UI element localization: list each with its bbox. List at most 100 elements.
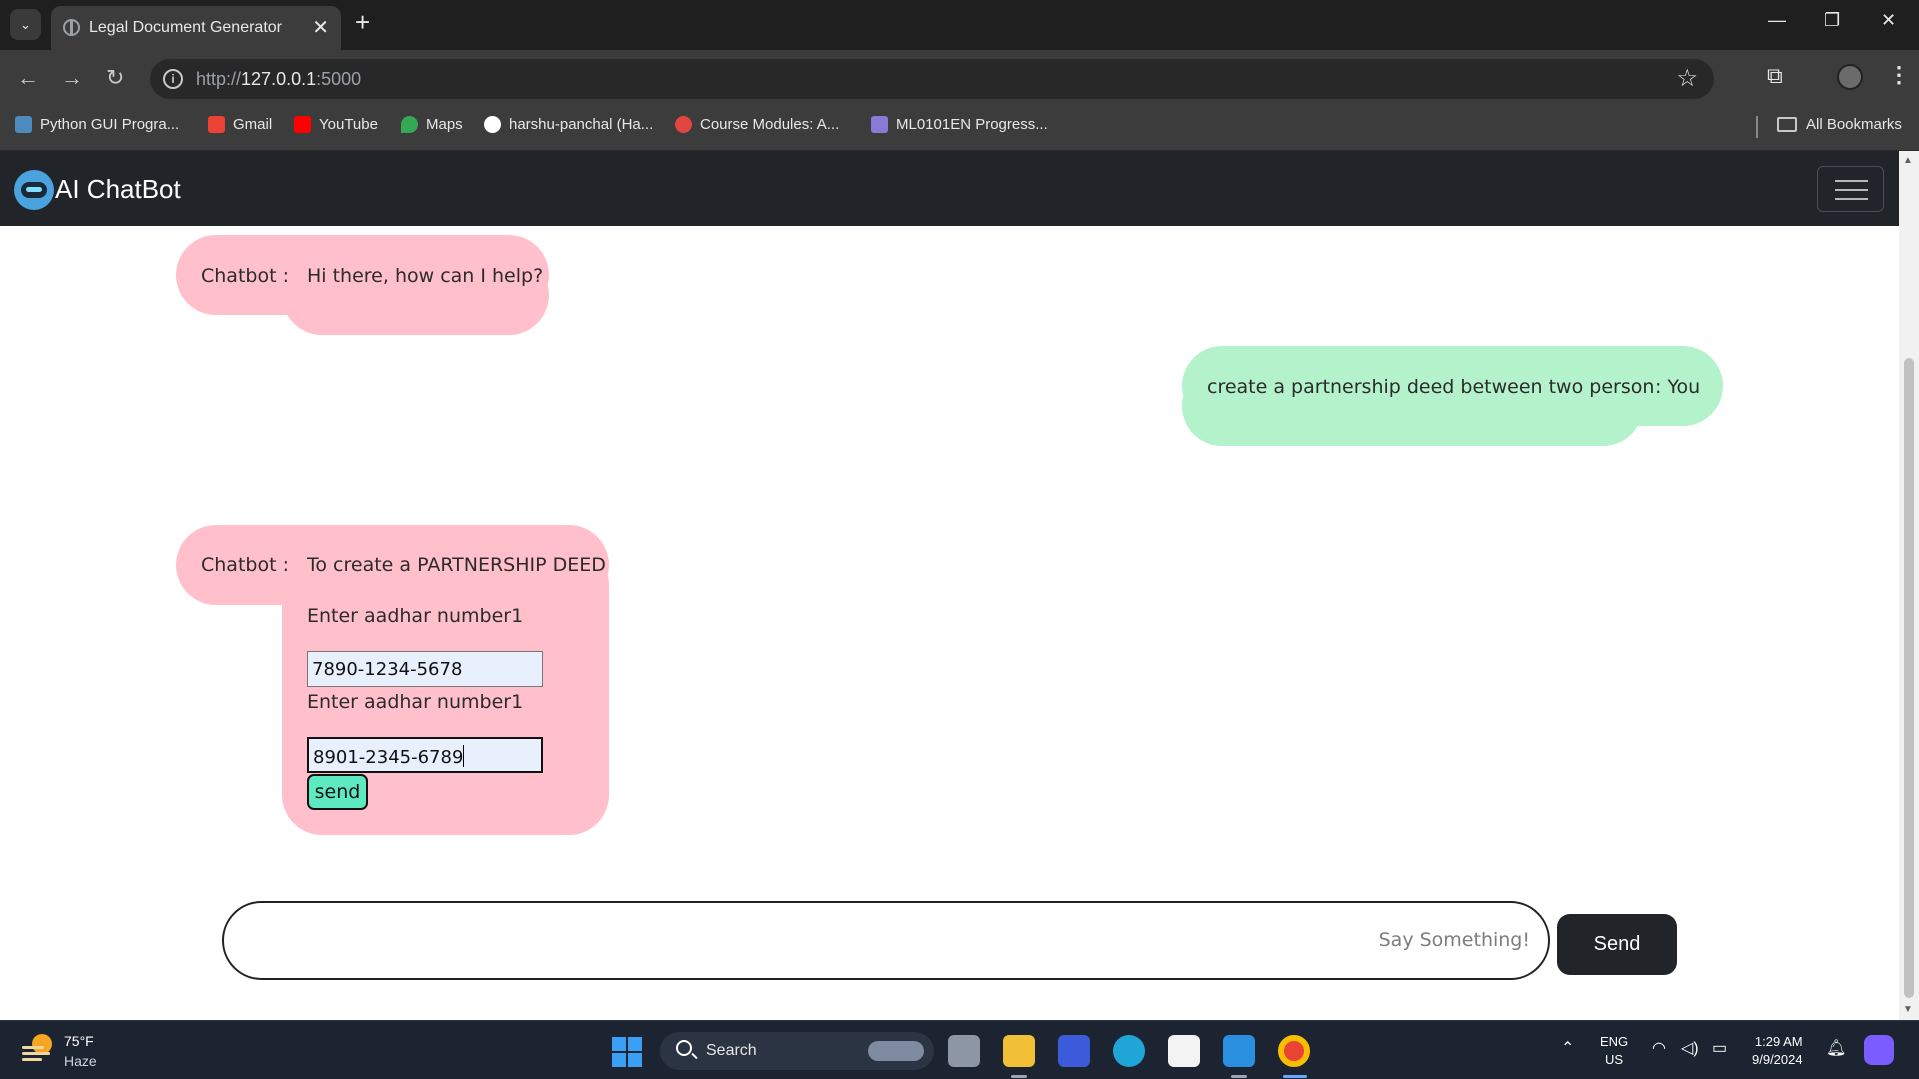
taskbar-search[interactable]: Search xyxy=(660,1032,934,1070)
bot-message-bubble: Chatbot : Hi there, how can I help? xyxy=(176,235,549,335)
volume-icon[interactable]: ◁) xyxy=(1681,1038,1699,1058)
scroll-up-icon[interactable]: ▲ xyxy=(1903,155,1913,166)
url-port: :5000 xyxy=(316,69,362,89)
app-running-indicator xyxy=(1011,1075,1027,1078)
aadhar-label-1: Enter aadhar number1 xyxy=(307,605,524,627)
aadhar-input-2[interactable]: 8901-2345-6789 xyxy=(307,737,543,773)
message-sender: Chatbot : xyxy=(201,265,289,287)
bookmark-python-gui[interactable]: Python GUI Progra... xyxy=(15,116,179,133)
weather-description: Haze xyxy=(64,1053,97,1069)
message-text: To create a PARTNERSHIP DEED xyxy=(307,554,606,576)
bookmark-youtube[interactable]: YouTube xyxy=(294,116,378,133)
close-tab-icon[interactable]: ✕ xyxy=(312,15,329,40)
app-navbar: AI ChatBot xyxy=(0,151,1899,226)
vscode-icon[interactable] xyxy=(1223,1035,1255,1067)
all-bookmarks-label: All Bookmarks xyxy=(1806,116,1902,133)
bookmark-label: Gmail xyxy=(233,116,273,133)
extensions-icon[interactable]: ⧉ xyxy=(1767,63,1783,89)
back-icon[interactable]: ← xyxy=(17,65,39,91)
message-input[interactable]: Say Something! xyxy=(222,901,1550,980)
reload-icon[interactable]: ↻ xyxy=(106,65,124,91)
gmail-icon xyxy=(208,116,225,133)
site-info-icon[interactable]: i xyxy=(163,69,183,89)
message-sender: : You xyxy=(1655,376,1701,398)
url-host: 127.0.0.1 xyxy=(241,69,317,89)
folder-icon xyxy=(1777,117,1797,132)
bookmark-label: Course Modules: A... xyxy=(700,116,840,133)
wifi-icon[interactable]: ◠ xyxy=(1652,1038,1666,1058)
hamburger-line xyxy=(1835,180,1868,182)
os-taskbar: 75°F Haze Search ⌃ ENG US ◠ ◁) ▭ 1:29 AM… xyxy=(0,1020,1919,1079)
aadhar-input-value: 8901-2345-6789 xyxy=(313,747,464,768)
bookmark-maps[interactable]: Maps xyxy=(401,116,463,133)
tray-overflow-icon[interactable]: ⌃ xyxy=(1561,1038,1574,1058)
aadhar-input-1[interactable]: 7890-1234-5678 xyxy=(307,651,543,687)
bookmark-label: ML0101EN Progress... xyxy=(896,116,1048,133)
bookmark-star-icon[interactable]: ☆ xyxy=(1676,64,1698,93)
python-icon xyxy=(15,116,32,133)
haze-line xyxy=(22,1046,44,1049)
ml-course-icon xyxy=(871,116,888,133)
scroll-down-icon[interactable]: ▼ xyxy=(1903,1004,1913,1015)
clock[interactable]: 1:29 AM 9/9/2024 xyxy=(1752,1033,1803,1069)
bookmark-ml0101en[interactable]: ML0101EN Progress... xyxy=(871,116,1048,133)
search-highlight-icon xyxy=(868,1041,924,1061)
windows-start-icon[interactable] xyxy=(612,1037,642,1067)
bookmark-github[interactable]: harshu-panchal (Ha... xyxy=(484,116,653,133)
haze-line xyxy=(22,1052,50,1055)
navbar-toggle-button[interactable] xyxy=(1817,166,1884,212)
aadhar-label-2: Enter aadhar number1 xyxy=(307,691,524,713)
minimize-icon[interactable]: — xyxy=(1768,10,1786,31)
aadhar-send-button[interactable]: send xyxy=(307,774,368,810)
region-code: US xyxy=(1605,1052,1624,1067)
globe-icon xyxy=(63,19,80,36)
notification-bell-icon[interactable]: 🔔︎ xyxy=(1826,1038,1846,1058)
file-explorer-icon[interactable] xyxy=(1003,1035,1035,1067)
search-icon xyxy=(676,1040,692,1056)
all-bookmarks-button[interactable]: All Bookmarks xyxy=(1777,116,1902,133)
store-icon[interactable] xyxy=(1168,1035,1200,1067)
clock-date: 9/9/2024 xyxy=(1752,1052,1803,1067)
aadhar-input-value: 7890-1234-5678 xyxy=(312,659,463,680)
new-tab-icon[interactable]: + xyxy=(355,9,370,35)
haze-line xyxy=(22,1058,42,1061)
url-text: http://127.0.0.1:5000 xyxy=(196,69,361,90)
app-icon[interactable] xyxy=(1058,1035,1090,1067)
send-button[interactable]: Send xyxy=(1557,914,1677,975)
restore-icon[interactable]: ❐ xyxy=(1824,10,1840,31)
weather-haze-icon[interactable] xyxy=(22,1034,54,1064)
edge-icon[interactable] xyxy=(1113,1035,1145,1067)
browser-tab-strip: ⌄ Legal Document Generator ✕ + — ❐ ✕ xyxy=(0,0,1919,50)
bookmark-course-modules[interactable]: Course Modules: A... xyxy=(675,116,839,133)
bookmarks-bar: Python GUI Progra... Gmail YouTube Maps … xyxy=(0,108,1919,151)
language-indicator[interactable]: ENG US xyxy=(1600,1033,1628,1069)
browser-tab[interactable]: Legal Document Generator ✕ xyxy=(51,6,341,50)
message-text: Hi there, how can I help? xyxy=(307,265,544,287)
tab-title: Legal Document Generator xyxy=(89,19,282,36)
bookmark-label: YouTube xyxy=(319,116,378,133)
app-running-indicator xyxy=(1231,1075,1247,1078)
language-code: ENG xyxy=(1600,1034,1629,1049)
copilot-icon[interactable] xyxy=(1864,1035,1894,1065)
message-sender: Chatbot : xyxy=(201,554,289,576)
app-active-indicator xyxy=(1283,1075,1307,1078)
message-input-placeholder: Say Something! xyxy=(1378,929,1530,951)
chrome-icon[interactable] xyxy=(1278,1035,1310,1067)
course-icon xyxy=(675,116,692,133)
scrollbar-thumb[interactable] xyxy=(1904,358,1914,998)
forward-icon[interactable]: → xyxy=(61,65,83,91)
url-scheme: http:// xyxy=(196,69,242,89)
brand-title[interactable]: AI ChatBot xyxy=(55,174,181,205)
bookmarks-divider xyxy=(1756,116,1758,138)
user-message-bubble: create a partnership deed between two pe… xyxy=(1182,346,1723,446)
github-icon xyxy=(484,116,501,133)
more-menu-icon[interactable]: ⋮ xyxy=(1888,62,1910,88)
tab-search-button[interactable]: ⌄ xyxy=(10,9,41,40)
task-view-icon[interactable] xyxy=(948,1035,980,1067)
profile-avatar[interactable] xyxy=(1837,64,1863,90)
bookmark-gmail[interactable]: Gmail xyxy=(208,116,272,133)
close-window-icon[interactable]: ✕ xyxy=(1881,10,1896,31)
hamburger-line xyxy=(1835,189,1868,191)
battery-icon[interactable]: ▭ xyxy=(1712,1038,1727,1058)
address-bar[interactable]: i http://127.0.0.1:5000 ☆ xyxy=(150,59,1714,99)
